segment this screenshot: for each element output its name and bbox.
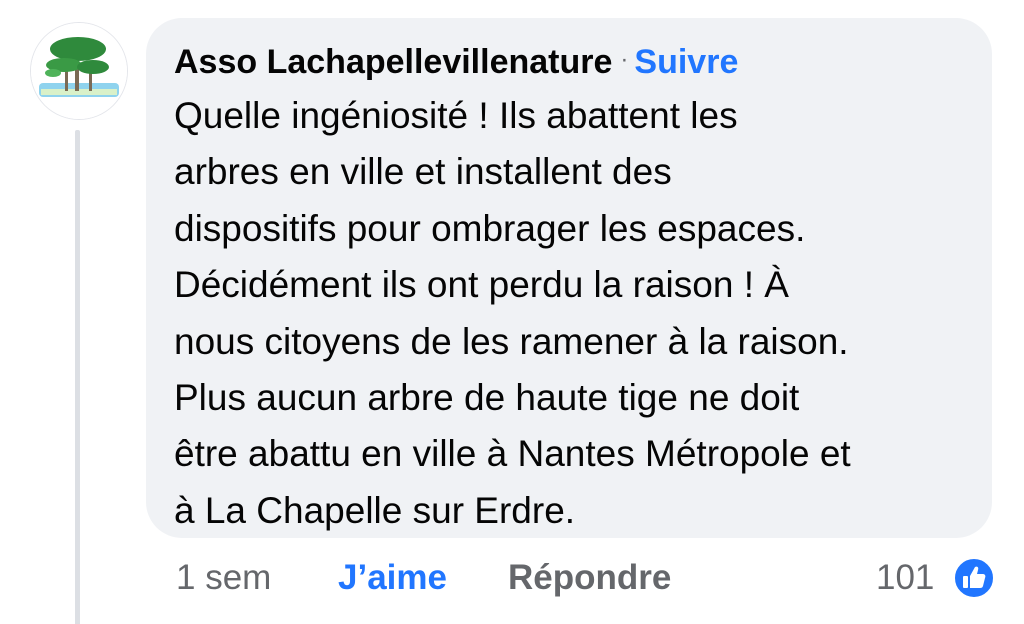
comment-line: arbres en ville et installent des [174, 151, 672, 193]
comment-line: être abattu en ville à Nantes Métropole … [174, 433, 851, 475]
comment-line: Décidément ils ont perdu la raison ! À [174, 264, 789, 306]
author-name[interactable]: Asso Lachapellevillenature [174, 43, 612, 81]
comment-line: nous citoyens de les ramener à la raison… [174, 320, 849, 362]
comment-header: Asso Lachapellevillenature · Suivre [174, 38, 738, 84]
reaction-count[interactable]: 101 [876, 556, 934, 600]
comment-timestamp[interactable]: 1 sem [176, 556, 271, 600]
like-button[interactable]: J’aime [338, 556, 447, 600]
comment-line: Quelle ingéniosité ! Ils abattent les [174, 95, 738, 136]
tree-logo-icon [31, 23, 127, 119]
comment-line: à La Chapelle sur Erdre. [174, 489, 576, 531]
like-icon[interactable] [952, 556, 996, 600]
avatar[interactable] [30, 22, 128, 120]
comment-line: Plus aucun arbre de haute tige ne doit [174, 377, 800, 419]
comment-line: dispositifs pour ombrager les espaces. [174, 207, 806, 249]
reply-button[interactable]: Répondre [508, 556, 671, 600]
separator-dot: · [620, 46, 629, 73]
thread-line [75, 130, 80, 624]
comment-bubble: Asso Lachapellevillenature · Suivre Quelle… [146, 18, 992, 538]
comment-thread: Asso Lachapellevillenature · Suivre Quelle… [0, 0, 1024, 624]
follow-button[interactable]: Suivre [634, 43, 738, 81]
comment-text: Quelle ingéniosité ! Ils abattent les ar… [174, 88, 974, 539]
